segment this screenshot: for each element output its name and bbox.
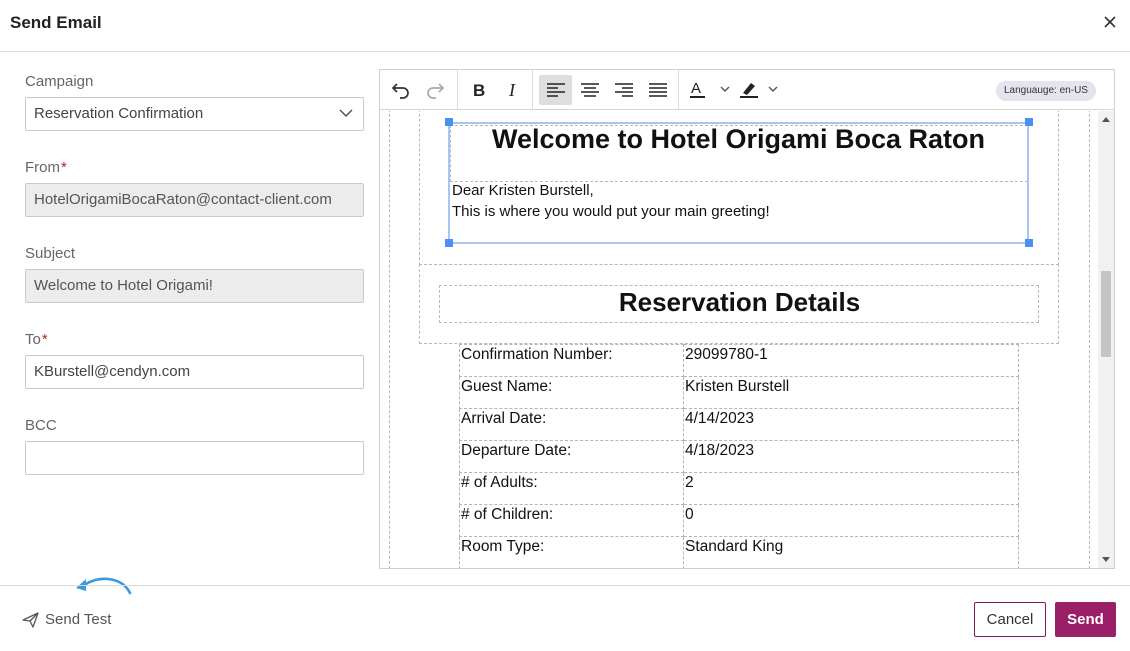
resize-handle[interactable] [1025, 239, 1033, 247]
row-value: 4/14/2023 [683, 408, 1019, 441]
table-row: Confirmation Number: 29099780-1 [459, 344, 1019, 377]
subject-field[interactable]: Welcome to Hotel Origami! [25, 269, 364, 303]
table-row: # of Adults: 2 [459, 472, 1019, 505]
modal-header: Send Email [0, 0, 1130, 52]
align-left-icon[interactable] [539, 75, 572, 105]
svg-text:A: A [691, 80, 701, 97]
bcc-field[interactable] [25, 441, 364, 475]
svg-text:B: B [473, 82, 485, 98]
scroll-down-arrow[interactable] [1102, 557, 1110, 562]
required-mark: * [41, 331, 48, 348]
from-label-text: From [25, 159, 60, 176]
row-label: Room Type: [459, 536, 684, 568]
table-row: Departure Date: 4/18/2023 [459, 440, 1019, 473]
row-value: 4/18/2023 [683, 440, 1019, 473]
undo-icon[interactable] [386, 75, 416, 105]
email-heading: Welcome to Hotel Origami Boca Raton [491, 124, 986, 154]
row-value: Kristen Burstell [683, 376, 1019, 409]
send-test-label: Send Test [45, 611, 112, 628]
redo-icon[interactable] [420, 75, 450, 105]
required-mark: * [61, 159, 67, 176]
modal-footer: Send Test Cancel Send [0, 585, 1130, 651]
greeting-line-1: Dear Kristen Burstell, [452, 182, 594, 199]
italic-icon[interactable]: I [498, 75, 528, 105]
table-row: Room Type: Standard King [459, 536, 1019, 568]
campaign-select[interactable]: Reservation Confirmation [25, 97, 364, 131]
align-right-icon[interactable] [609, 75, 639, 105]
language-badge: Languauge: en-US [996, 81, 1096, 101]
align-center-icon[interactable] [575, 75, 605, 105]
row-value: 29099780-1 [683, 344, 1019, 377]
align-justify-icon[interactable] [643, 75, 673, 105]
campaign-select-value: Reservation Confirmation [34, 105, 204, 122]
row-label: # of Adults: [459, 472, 684, 505]
chevron-down-icon [339, 109, 353, 118]
close-icon[interactable] [1102, 12, 1118, 32]
subject-field-value: Welcome to Hotel Origami! [34, 277, 213, 294]
reservation-table: Confirmation Number: 29099780-1 Guest Nam… [459, 344, 1019, 568]
paper-plane-icon [22, 611, 39, 628]
scroll-thumb[interactable] [1101, 271, 1111, 357]
to-field[interactable]: KBurstell@cendyn.com [25, 355, 364, 389]
row-label: Arrival Date: [459, 408, 684, 441]
to-label-text: To [25, 331, 41, 348]
scroll-up-arrow[interactable] [1102, 117, 1110, 122]
subject-label: Subject [25, 245, 76, 262]
row-value: 0 [683, 504, 1019, 537]
bold-icon[interactable]: B [464, 75, 494, 105]
from-label: From* [25, 159, 67, 176]
from-field-value: HotelOrigamiBocaRaton@contact-client.com [34, 191, 332, 208]
column-guide [1089, 111, 1090, 568]
toolbar-divider [532, 70, 533, 110]
bcc-label: BCC [25, 417, 57, 434]
column-guide [389, 111, 390, 568]
section-title: Reservation Details [618, 287, 861, 317]
row-label: Departure Date: [459, 440, 684, 473]
row-label: Guest Name: [459, 376, 684, 409]
from-field[interactable]: HotelOrigamiBocaRaton@contact-client.com [25, 183, 364, 217]
row-value: Standard King [683, 536, 1019, 568]
table-row: Arrival Date: 4/14/2023 [459, 408, 1019, 441]
table-row: # of Children: 0 [459, 504, 1019, 537]
toolbar-divider [457, 70, 458, 110]
send-button[interactable]: Send [1055, 602, 1116, 637]
send-test-button[interactable]: Send Test [22, 611, 111, 628]
row-value: 2 [683, 472, 1019, 505]
highlight-color-icon[interactable] [738, 75, 784, 105]
editor-scrollbar[interactable] [1098, 111, 1114, 568]
svg-text:I: I [508, 82, 516, 98]
to-label: To* [25, 331, 48, 348]
editor-toolbar: B I A Languauge: en-US [380, 70, 1114, 110]
email-canvas[interactable]: Welcome to Hotel Origami Boca Raton Dear… [380, 111, 1098, 568]
table-row: Guest Name: Kristen Burstell [459, 376, 1019, 409]
row-label: # of Children: [459, 504, 684, 537]
email-editor: B I A Languauge: en-US Welcome to Hotel … [379, 69, 1115, 569]
modal-title: Send Email [10, 13, 102, 32]
to-field-value: KBurstell@cendyn.com [34, 363, 191, 380]
toolbar-divider [678, 70, 679, 110]
cancel-button[interactable]: Cancel [974, 602, 1046, 637]
campaign-label: Campaign [25, 73, 94, 90]
greeting-line-2: This is where you would put your main gr… [452, 203, 770, 220]
row-label: Confirmation Number: [459, 344, 684, 377]
font-color-icon[interactable]: A [686, 75, 736, 105]
resize-handle[interactable] [445, 239, 453, 247]
